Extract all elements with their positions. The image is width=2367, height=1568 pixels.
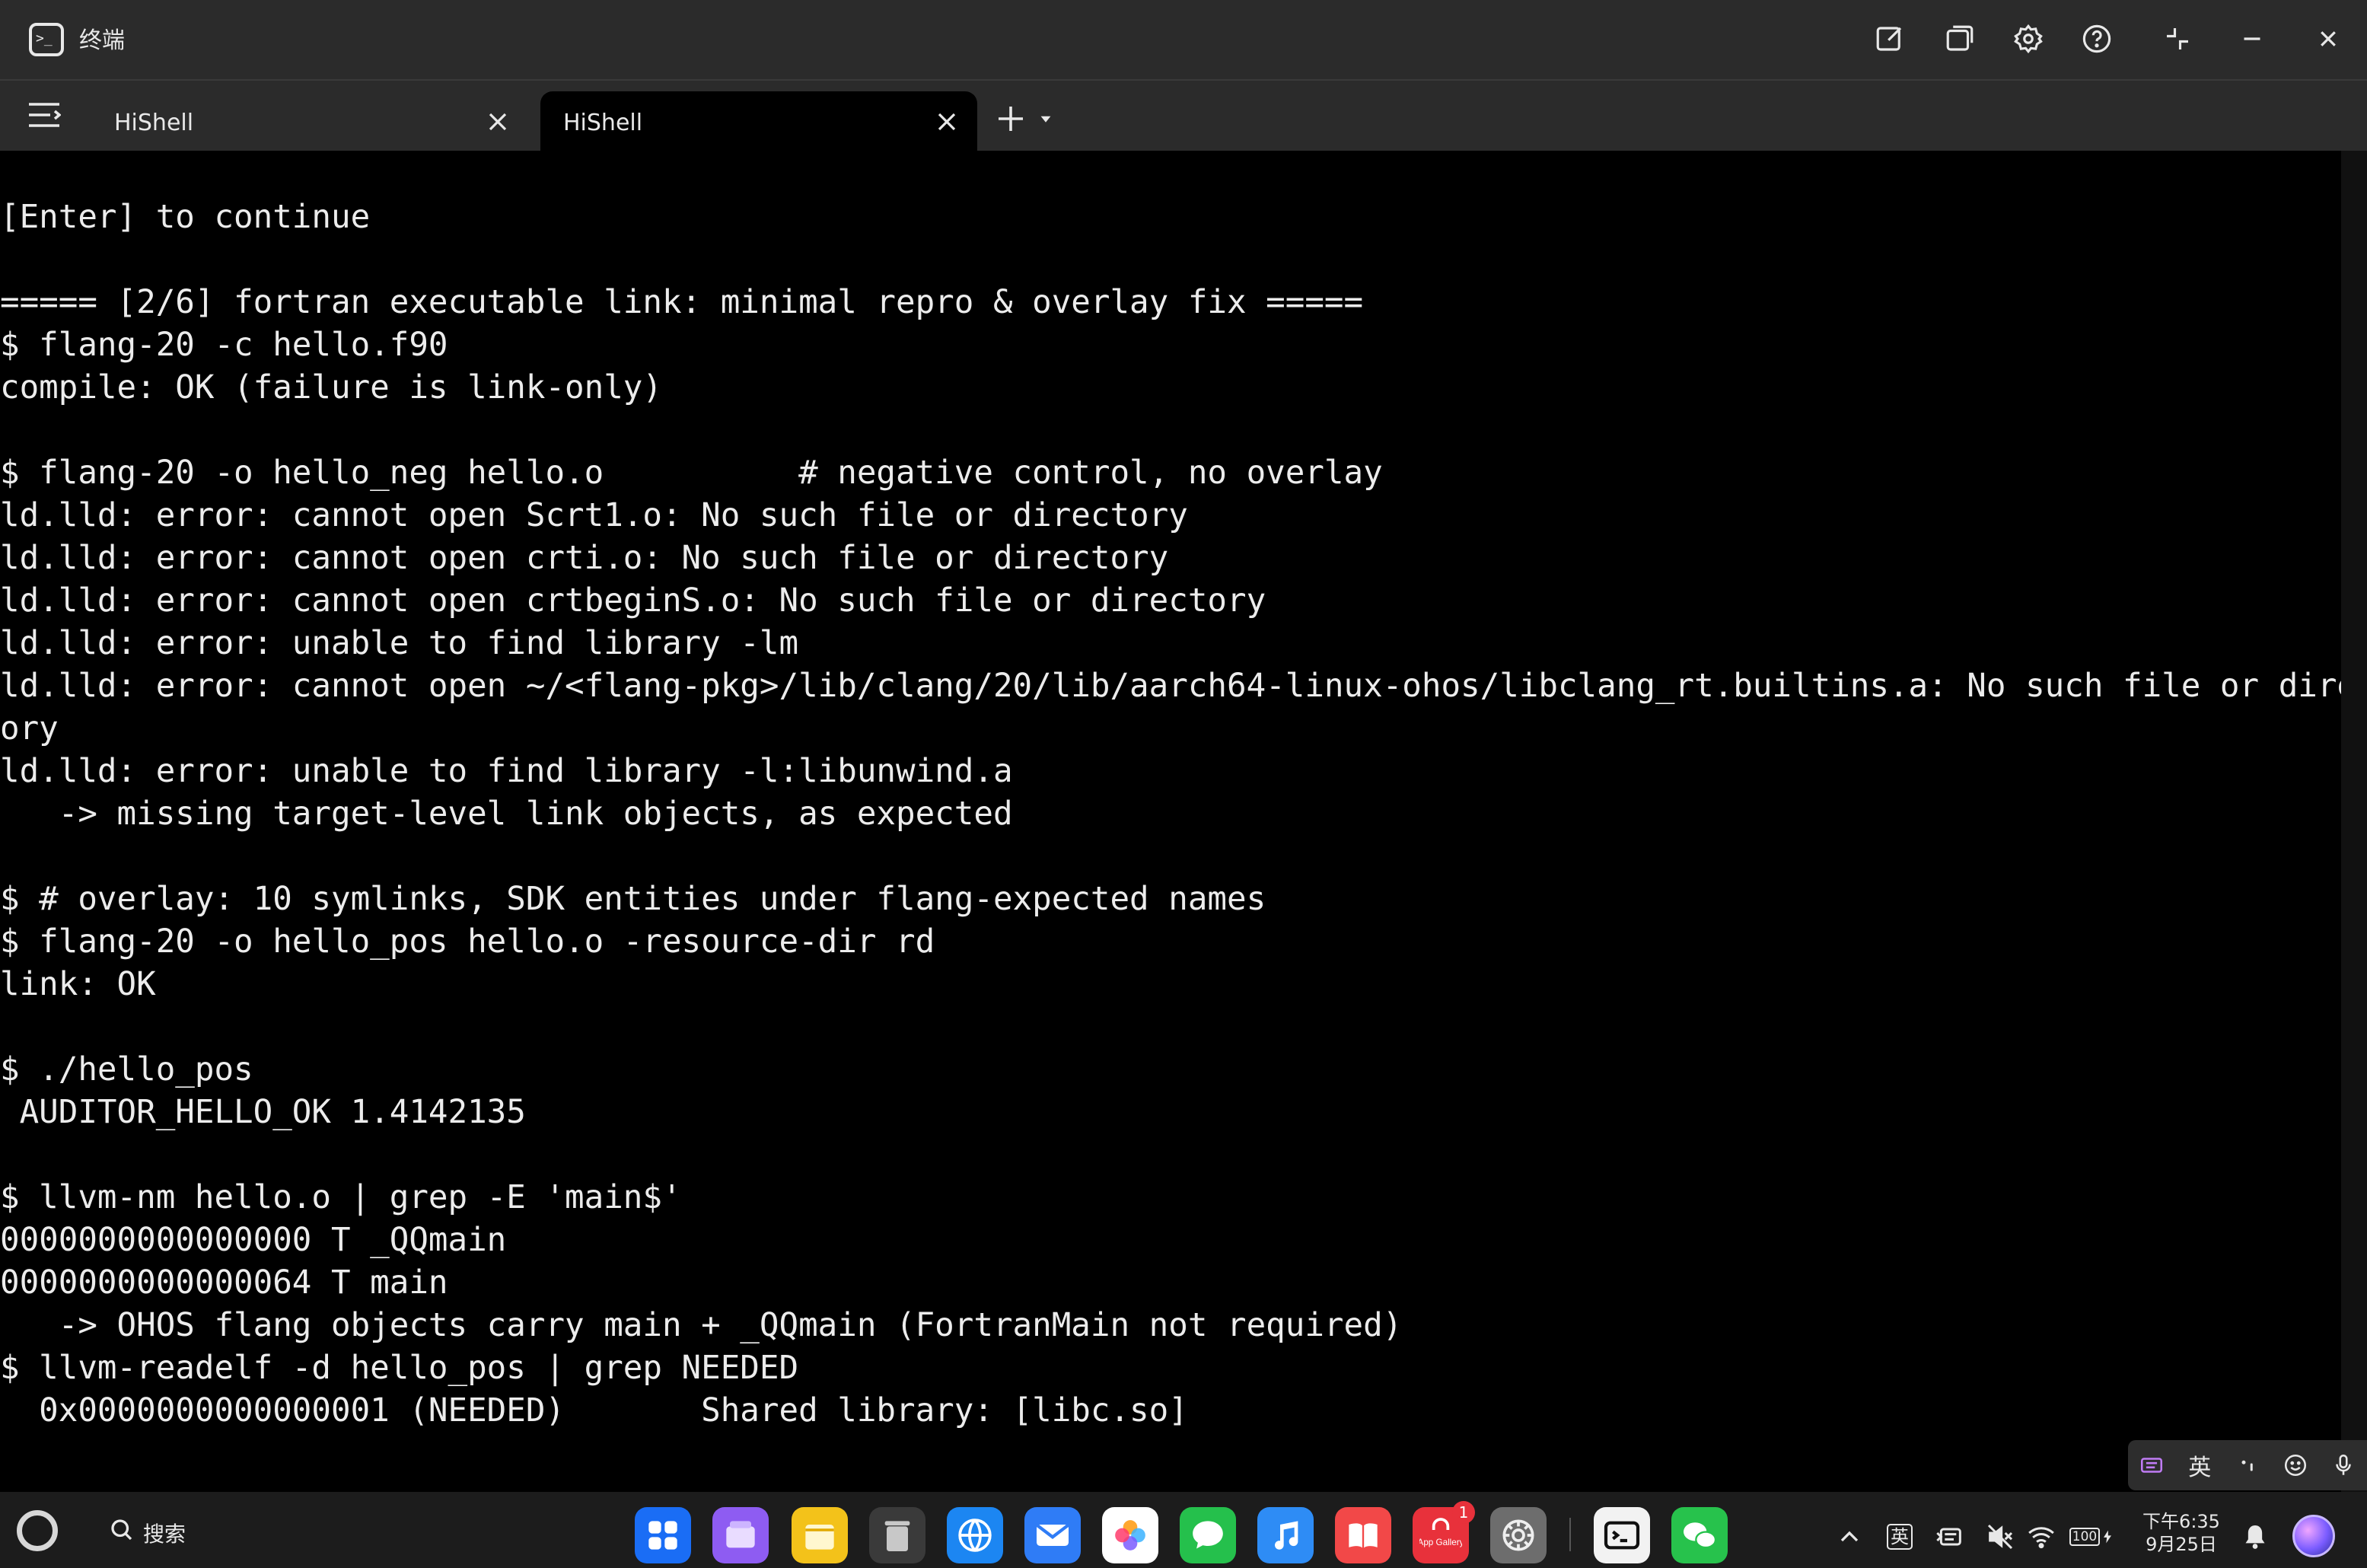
- tab-bar: HiShell HiShell: [0, 81, 2367, 151]
- new-tab-dropdown-icon[interactable]: [1040, 113, 1052, 125]
- ime-toolbar: 英: [2128, 1440, 2367, 1490]
- assistant-orb-icon[interactable]: [2292, 1515, 2335, 1557]
- tab-hishell-2[interactable]: HiShell: [540, 91, 977, 151]
- search-label: 搜索: [143, 1522, 186, 1547]
- title-bar: >_ 终端: [0, 0, 2367, 81]
- terminal-dock-icon[interactable]: [1594, 1507, 1650, 1563]
- tab-list-icon[interactable]: [27, 102, 61, 128]
- clock-time: 下午6:35: [2142, 1511, 2220, 1532]
- start-button[interactable]: [17, 1510, 58, 1551]
- terminal-output[interactable]: [Enter] to continue ===== [2/6] fortran …: [0, 151, 2341, 1492]
- search-icon: [111, 1519, 132, 1541]
- tab-label: HiShell: [563, 110, 643, 136]
- tab-hishell-1[interactable]: HiShell: [91, 91, 528, 151]
- dock-divider: [1569, 1518, 1571, 1551]
- ime-emoji-icon[interactable]: [2276, 1445, 2315, 1485]
- books-icon[interactable]: [1335, 1507, 1391, 1563]
- restore-window-icon[interactable]: [2155, 17, 2200, 61]
- mail-icon[interactable]: [1024, 1507, 1081, 1563]
- wifi-icon[interactable]: [2021, 1519, 2061, 1554]
- tray-expand-icon[interactable]: [1833, 1519, 1866, 1554]
- settings-gear-icon[interactable]: [2006, 17, 2050, 61]
- battery-level: 100: [2069, 1528, 2101, 1546]
- app-center-icon[interactable]: [635, 1507, 691, 1563]
- tray-clock[interactable]: 下午6:35 9月25日: [2137, 1510, 2225, 1556]
- charging-icon: [2104, 1530, 2112, 1544]
- settings-app-icon[interactable]: [1490, 1507, 1547, 1563]
- notification-bell-icon[interactable]: [2238, 1519, 2273, 1554]
- close-window-icon[interactable]: [2306, 17, 2350, 61]
- notification-badge: 1: [1452, 1501, 1475, 1524]
- minimize-icon[interactable]: [2230, 17, 2274, 61]
- tray-ime-indicator[interactable]: 英: [1881, 1519, 1918, 1554]
- ime-keyboard-icon[interactable]: [2132, 1445, 2171, 1485]
- photos-icon[interactable]: [1102, 1507, 1158, 1563]
- trash-icon[interactable]: [869, 1507, 925, 1563]
- tray-keyboard-icon[interactable]: [1932, 1519, 1968, 1554]
- ime-punctuation-icon[interactable]: [2228, 1445, 2267, 1485]
- volume-muted-icon[interactable]: [1982, 1519, 2018, 1554]
- files-icon[interactable]: [712, 1507, 769, 1563]
- close-tab-icon[interactable]: [486, 110, 510, 134]
- terminal-scrollbar[interactable]: [2341, 151, 2367, 1492]
- help-icon[interactable]: [2075, 17, 2119, 61]
- app-gallery-label: App Gallery: [1419, 1538, 1462, 1547]
- clock-date: 9月25日: [2146, 1534, 2217, 1555]
- terminal-text: [Enter] to continue ===== [2/6] fortran …: [0, 199, 2341, 1429]
- tab-label: HiShell: [114, 110, 194, 136]
- terminal-app-icon: >_: [29, 23, 64, 56]
- tray-ime-label: 英: [1887, 1524, 1913, 1550]
- browser-icon[interactable]: [947, 1507, 1003, 1563]
- edit-icon[interactable]: [1868, 17, 1912, 61]
- ime-microphone-icon[interactable]: [2324, 1445, 2363, 1485]
- ime-language-toggle[interactable]: 英: [2180, 1445, 2219, 1485]
- window-split-icon[interactable]: [1938, 17, 1982, 61]
- close-tab-icon[interactable]: [935, 110, 959, 134]
- battery-indicator[interactable]: 100: [2066, 1519, 2119, 1554]
- music-icon[interactable]: [1257, 1507, 1314, 1563]
- window-title: 终端: [79, 27, 125, 54]
- messages-icon[interactable]: [1180, 1507, 1236, 1563]
- notes-icon[interactable]: [792, 1507, 848, 1563]
- new-tab-plus-icon[interactable]: [996, 104, 1026, 134]
- wechat-icon[interactable]: [1671, 1507, 1728, 1563]
